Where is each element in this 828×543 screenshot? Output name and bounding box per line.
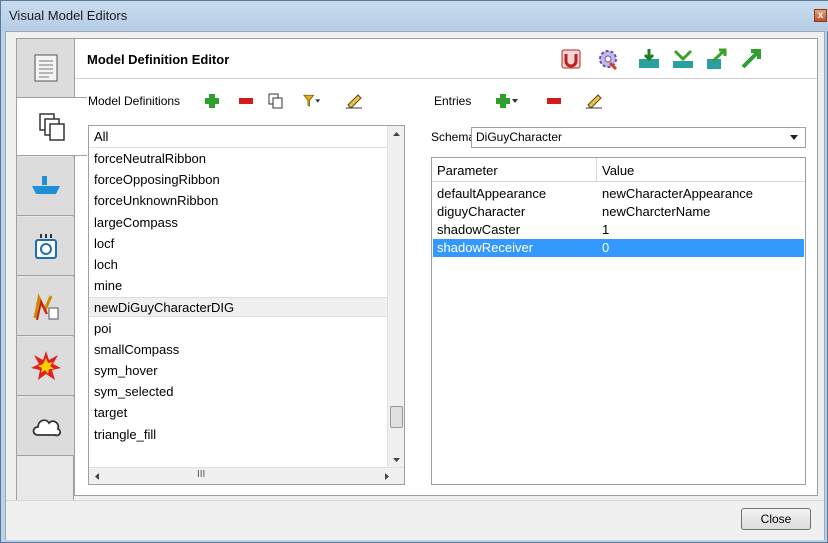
- cloud-icon: [32, 419, 61, 437]
- entries-label: Entries: [434, 94, 472, 108]
- list-item[interactable]: locf: [89, 234, 389, 254]
- column-divider[interactable]: [596, 158, 597, 181]
- schema-select[interactable]: DiGuyCharacter: [471, 127, 806, 148]
- filter-all-row[interactable]: All: [89, 126, 389, 148]
- funnel-filter-icon: [303, 94, 321, 107]
- window-title: Visual Model Editors: [9, 8, 128, 23]
- plus-dropdown-icon: [496, 94, 518, 108]
- column-header-parameter[interactable]: Parameter: [437, 162, 498, 179]
- explosion-icon: [30, 351, 61, 380]
- list-item[interactable]: mine: [89, 276, 389, 296]
- list-item[interactable]: largeCompass: [89, 213, 389, 233]
- grid-header: Parameter Value: [432, 158, 805, 182]
- title-bar: Visual Model Editors x: [1, 1, 828, 31]
- edit-definition-button[interactable]: [345, 92, 363, 110]
- export-button[interactable]: [703, 45, 731, 73]
- tab-explosion[interactable]: [17, 337, 74, 396]
- list-item[interactable]: sym_hover: [89, 361, 389, 381]
- tab-radio[interactable]: [17, 217, 74, 276]
- magnet-icon: [561, 49, 581, 69]
- tab-document-list[interactable]: [17, 39, 74, 98]
- list-item[interactable]: forceUnknownRibbon: [89, 191, 389, 211]
- edit-entry-button[interactable]: [585, 92, 603, 110]
- add-entry-button[interactable]: [495, 92, 519, 110]
- close-button[interactable]: Close: [741, 508, 811, 530]
- parameter-cell[interactable]: diguyCharacter: [437, 203, 525, 220]
- remove-entry-button[interactable]: [545, 92, 563, 110]
- value-cell[interactable]: 1: [602, 221, 609, 238]
- scroll-left-arrow-icon[interactable]: [89, 468, 105, 485]
- parameter-cell[interactable]: shadowReceiver: [437, 239, 533, 256]
- list-item[interactable]: loch: [89, 255, 389, 275]
- value-cell[interactable]: newCharcterName: [602, 203, 710, 220]
- value-cell[interactable]: 0: [602, 239, 609, 256]
- chevron-down-icon: [790, 135, 798, 140]
- plus-icon: [205, 94, 219, 108]
- model-definitions-label: Model Definitions: [88, 94, 181, 108]
- arrow-out-icon: [741, 49, 761, 69]
- list-item[interactable]: newDiGuyCharacterDIG: [89, 297, 389, 318]
- schema-label: Schema: [431, 130, 476, 144]
- export-out-button[interactable]: [737, 45, 765, 73]
- column-header-value[interactable]: Value: [602, 162, 634, 179]
- scroll-down-arrow-icon[interactable]: [388, 452, 405, 468]
- copy-icon: [268, 93, 283, 109]
- left-tab-strip: [16, 38, 87, 524]
- app-window: Visual Model Editors x Model Definition …: [0, 0, 828, 543]
- ship-icon: [31, 176, 60, 194]
- pages-copy-icon: [39, 112, 65, 141]
- list-item[interactable]: triangle_fill: [89, 425, 389, 445]
- client-area: Model Definition Editor Model Definition…: [5, 31, 825, 540]
- import-icon: [639, 49, 659, 68]
- bottom-bar: Close: [6, 500, 824, 540]
- editor-header: Model Definition Editor: [75, 39, 817, 79]
- tab-ship[interactable]: [17, 157, 74, 216]
- scroll-grip-text[interactable]: III: [197, 469, 205, 480]
- parameter-cell[interactable]: shadowCaster: [437, 221, 520, 238]
- radio-device-icon: [34, 234, 57, 259]
- window-close-button[interactable]: x: [814, 9, 827, 22]
- list-item[interactable]: sym_selected: [89, 382, 389, 402]
- minus-icon: [239, 98, 253, 104]
- path-route-icon: [33, 293, 58, 321]
- list-vertical-scrollbar[interactable]: [387, 126, 404, 468]
- export-icon: [707, 48, 727, 69]
- list-item[interactable]: target: [89, 403, 389, 423]
- list-item[interactable]: poi: [89, 319, 389, 339]
- scroll-up-arrow-icon[interactable]: [388, 126, 405, 142]
- list-horizontal-scrollbar[interactable]: III: [89, 467, 404, 484]
- schema-value: DiGuyCharacter: [476, 130, 563, 144]
- document-list-icon: [34, 54, 57, 82]
- tab-path[interactable]: [17, 277, 74, 336]
- model-definitions-list[interactable]: All forceNeutralRibbon forceOpposingRibbo…: [88, 125, 405, 485]
- model-definition-panel: Model Definition Editor Model Definition…: [74, 38, 818, 496]
- magnet-button[interactable]: [557, 45, 585, 73]
- list-item[interactable]: forceNeutralRibbon: [89, 149, 389, 169]
- entries-grid[interactable]: Parameter Value defaultAppearance newChar…: [431, 157, 806, 485]
- remove-definition-button[interactable]: [237, 92, 255, 110]
- add-definition-button[interactable]: [203, 92, 221, 110]
- tab-pages[interactable]: [17, 97, 87, 156]
- list-item[interactable]: forceOpposingRibbon: [89, 170, 389, 190]
- gear-icon: [599, 50, 618, 71]
- pencil-edit-icon: [346, 94, 362, 109]
- copy-definition-button[interactable]: [267, 92, 285, 110]
- merge-button[interactable]: [669, 45, 697, 73]
- settings-button[interactable]: [594, 45, 622, 73]
- scroll-right-arrow-icon[interactable]: [379, 468, 395, 485]
- parameter-cell[interactable]: defaultAppearance: [437, 185, 546, 202]
- filter-button[interactable]: [303, 92, 321, 110]
- pencil-edit-icon: [586, 94, 602, 109]
- value-cell[interactable]: newCharacterAppearance: [602, 185, 753, 202]
- list-item[interactable]: smallCompass: [89, 340, 389, 360]
- merge-icon: [673, 49, 693, 68]
- tab-cloud[interactable]: [17, 397, 74, 456]
- scroll-thumb[interactable]: [390, 406, 403, 428]
- import-button[interactable]: [635, 45, 663, 73]
- minus-icon: [547, 98, 561, 104]
- editor-title: Model Definition Editor: [87, 52, 230, 67]
